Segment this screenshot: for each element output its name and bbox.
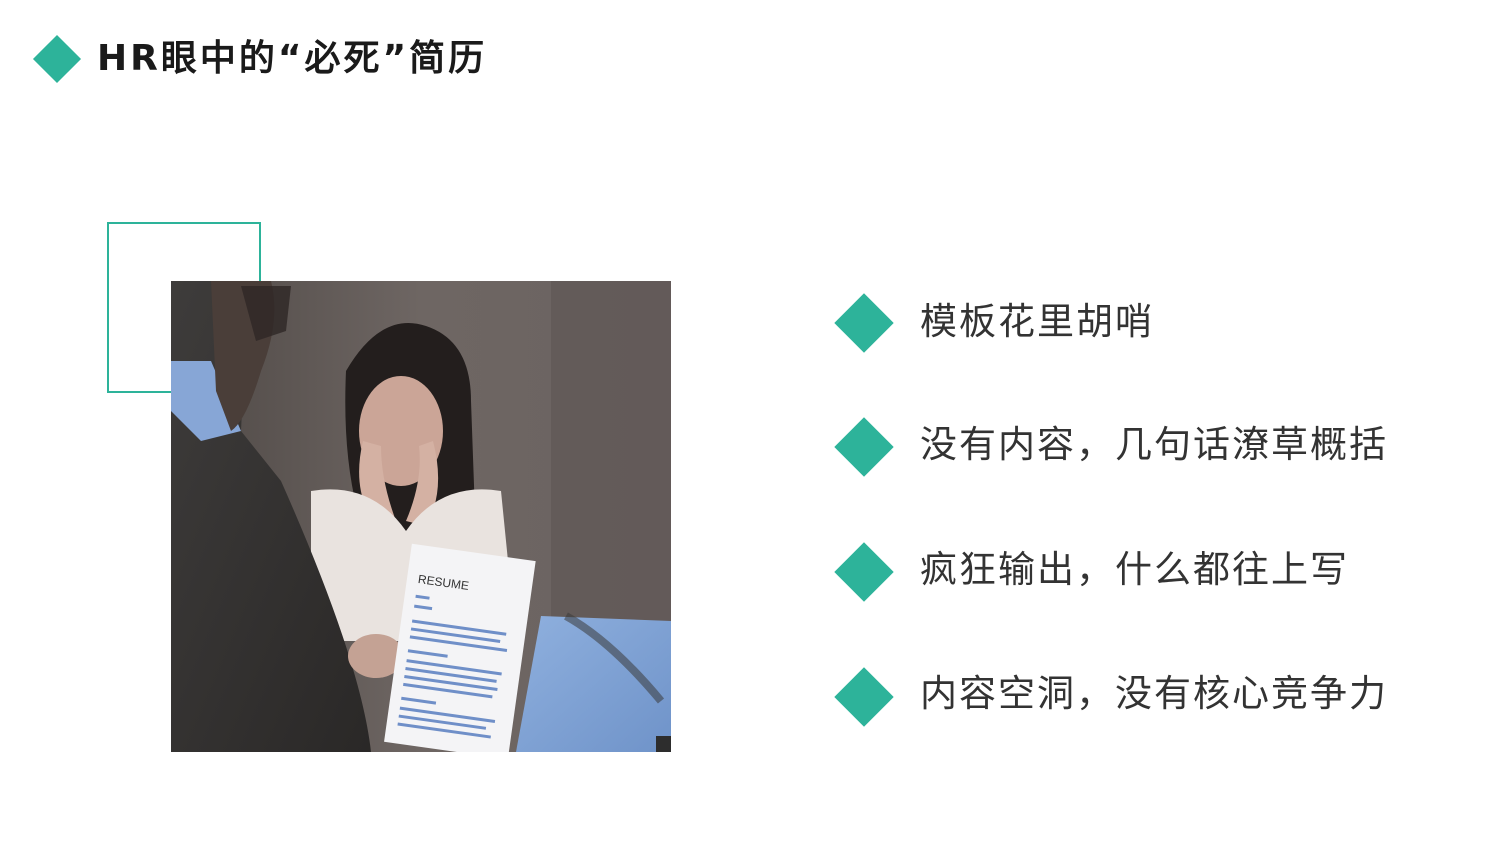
interview-illustration: RESUME xyxy=(171,281,671,752)
bullet-1-diamond-icon xyxy=(834,293,894,353)
title-diamond-icon xyxy=(32,34,82,84)
bullet-3-text: 疯狂输出，什么都往上写 xyxy=(920,548,1349,591)
bullet-2-diamond-icon xyxy=(834,417,894,477)
interview-photo: RESUME xyxy=(171,281,671,752)
bullet-1-text: 模板花里胡哨 xyxy=(920,300,1154,343)
bullet-4-text: 内容空洞，没有核心竞争力 xyxy=(920,672,1388,715)
page-title: HR眼中的“必死”简历 xyxy=(97,38,488,79)
bullet-2-text: 没有内容，几句话潦草概括 xyxy=(920,423,1388,466)
bullet-3-diamond-icon xyxy=(834,542,894,602)
bullet-4-diamond-icon xyxy=(834,667,894,727)
